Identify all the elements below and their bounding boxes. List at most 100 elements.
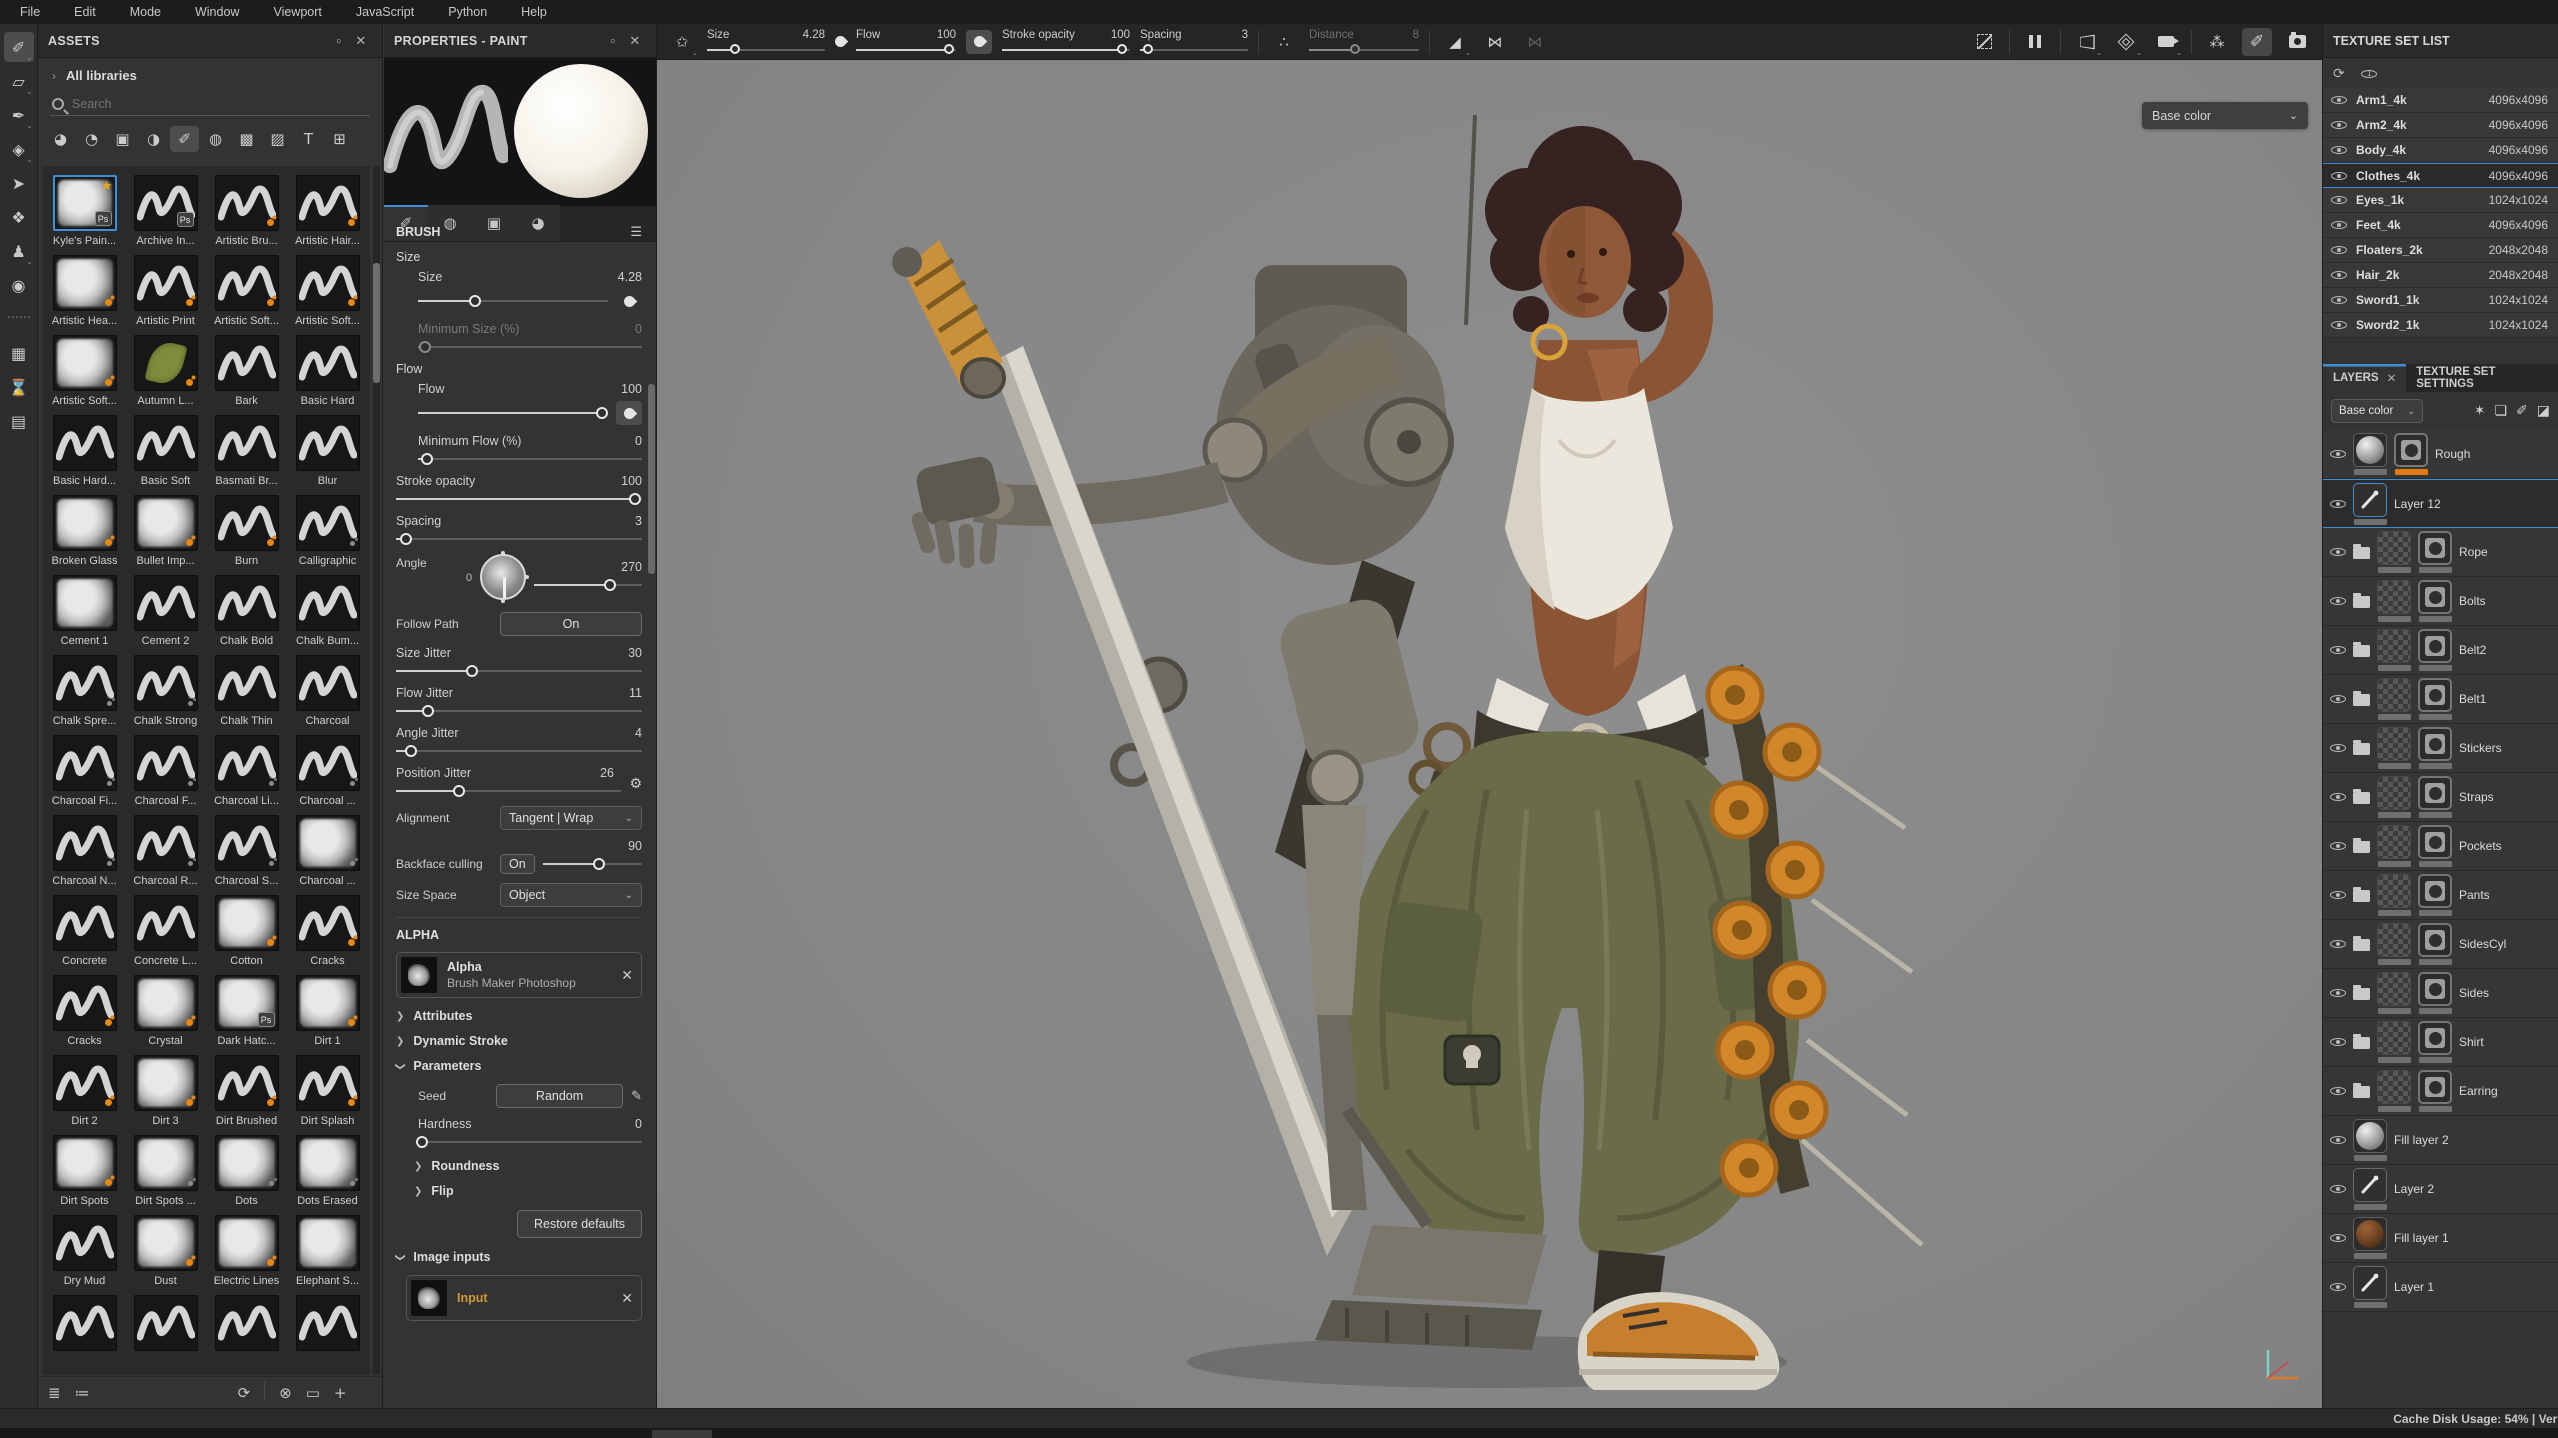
tool-button[interactable]: ♟ ⌄	[4, 236, 34, 266]
mask-thumbnail[interactable]	[2418, 1070, 2452, 1104]
assets-footer-icon[interactable]: ⊗	[279, 1384, 292, 1402]
float-window-icon[interactable]: ▫	[602, 33, 624, 48]
paint-thumbnail[interactable]	[2353, 1168, 2387, 1202]
layer-content-thumbnail[interactable]	[2377, 825, 2411, 859]
asset-item[interactable]: ★	[125, 1290, 206, 1358]
asset-item[interactable]: ★	[206, 1290, 287, 1358]
smart-material-icon[interactable]: ❏	[2494, 403, 2507, 419]
tool-button[interactable]: ▤ ⌄	[4, 406, 34, 436]
viewport-mode-icon[interactable]: ⌄	[2071, 28, 2101, 56]
asset-item[interactable]: ★ Dust	[125, 1210, 206, 1290]
visibility-eye-icon[interactable]	[2331, 93, 2347, 108]
layer-visibility-icon[interactable]	[2330, 1280, 2346, 1295]
pressure-flow-icon[interactable]	[616, 401, 642, 425]
toolbar-spacing-slider[interactable]	[1140, 44, 1248, 54]
asset-item[interactable]: ★	[287, 1290, 368, 1358]
alignment-dropdown[interactable]: Tangent | Wrap ⌄	[500, 806, 642, 830]
asset-item[interactable]: ★ Charcoal	[287, 650, 368, 730]
asset-item[interactable]: ★ Artistic Soft...	[287, 250, 368, 330]
layer-visibility-icon[interactable]	[2330, 888, 2346, 903]
symmetry-mirror-icon[interactable]: ⋈	[1520, 28, 1550, 56]
tool-button[interactable]: ⌛ ⌄	[4, 372, 34, 402]
asset-item[interactable]: ★ Artistic Hea...	[44, 250, 125, 330]
asset-item[interactable]: ★ Charcoal ...	[287, 730, 368, 810]
asset-item[interactable]: ★ Charcoal ...	[287, 810, 368, 890]
layer-row[interactable]: Bolts	[2323, 577, 2558, 626]
falloff-icon[interactable]: ◢⌄	[1440, 28, 1470, 56]
asset-item[interactable]: ★ Basmati Br...	[206, 410, 287, 490]
asset-item[interactable]: ★ Artistic Soft...	[44, 330, 125, 410]
group-folder-icon[interactable]	[2353, 596, 2370, 608]
asset-item[interactable]: ★ Electric Lines	[206, 1210, 287, 1290]
layer-content-thumbnail[interactable]	[2377, 874, 2411, 908]
asset-item[interactable]: ★ Charcoal F...	[125, 730, 206, 810]
layer-visibility-icon[interactable]	[2330, 545, 2346, 560]
asset-item[interactable]: ★ Basic Hard...	[44, 410, 125, 490]
asset-filter-button[interactable]: ◑	[139, 126, 168, 152]
float-window-icon[interactable]: ▫	[328, 33, 350, 48]
assets-footer-icon[interactable]: ▭	[306, 1384, 320, 1402]
assets-footer-icon[interactable]	[104, 1384, 224, 1402]
menu-item[interactable]: JavaScript	[356, 5, 414, 19]
asset-item[interactable]: ★ Crystal	[125, 970, 206, 1050]
mask-thumbnail[interactable]	[2418, 531, 2452, 565]
hardness-slider[interactable]	[418, 1136, 642, 1148]
angle-dial[interactable]	[480, 554, 526, 600]
visibility-eye-icon[interactable]	[2331, 318, 2347, 333]
menu-item[interactable]: Mode	[130, 5, 161, 19]
asset-item[interactable]: ★ Cracks	[287, 890, 368, 970]
texture-set-row[interactable]: Body_4k 4096x4096	[2323, 138, 2558, 163]
restore-defaults-button[interactable]: Restore defaults	[517, 1210, 642, 1238]
pressure-size-icon[interactable]	[616, 289, 642, 313]
layer-visibility-icon[interactable]	[2330, 839, 2346, 854]
layer-row[interactable]: Layer 1	[2323, 1263, 2558, 1312]
layer-row[interactable]: Straps	[2323, 773, 2558, 822]
pause-engine-icon[interactable]	[2020, 28, 2050, 56]
asset-filter-button[interactable]: ⊞	[325, 126, 354, 152]
layer-content-thumbnail[interactable]	[2377, 1021, 2411, 1055]
flip-fold[interactable]: ❯Flip	[414, 1184, 642, 1198]
edit-seed-icon[interactable]: ✎	[631, 1089, 642, 1104]
selection-disabled-icon[interactable]	[1969, 28, 1999, 56]
layer-visibility-icon[interactable]	[2330, 1035, 2346, 1050]
visibility-eye-icon[interactable]	[2331, 168, 2347, 183]
layer-row[interactable]: Stickers	[2323, 724, 2558, 773]
toolbar-distance-slider[interactable]	[1309, 44, 1419, 54]
menu-item[interactable]: Python	[448, 5, 487, 19]
visibility-eye-icon[interactable]	[2331, 118, 2347, 133]
camera-icon[interactable]: ⌄	[2151, 28, 2181, 56]
visibility-eye-icon[interactable]	[2331, 143, 2347, 158]
mask-thumbnail[interactable]	[2418, 727, 2452, 761]
close-icon[interactable]: ✕	[350, 33, 372, 49]
layer-content-thumbnail[interactable]	[2377, 580, 2411, 614]
menu-item[interactable]: Help	[521, 5, 547, 19]
asset-item[interactable]: ★ Burn	[206, 490, 287, 570]
asset-item[interactable]: ★ Blur	[287, 410, 368, 490]
group-folder-icon[interactable]	[2353, 547, 2370, 559]
texture-set-row[interactable]: Floaters_2k 2048x2048	[2323, 238, 2558, 263]
layer-visibility-icon[interactable]	[2330, 447, 2346, 462]
asset-item[interactable]: ★ Concrete	[44, 890, 125, 970]
layer-row[interactable]: Fill layer 2	[2323, 1116, 2558, 1165]
pressure-size-icon[interactable]	[833, 34, 849, 50]
asset-filter-button[interactable]: ▨	[263, 126, 292, 152]
toolbar-flow-slider[interactable]	[856, 44, 956, 54]
lazy-mouse-icon[interactable]: ✩⌄	[667, 28, 697, 56]
layer-content-thumbnail[interactable]	[2377, 678, 2411, 712]
toolbar-stroke-opacity-slider[interactable]	[1002, 44, 1130, 54]
menu-item[interactable]: File	[20, 5, 40, 19]
asset-item[interactable]: ★ Chalk Strong	[125, 650, 206, 730]
size-space-dropdown[interactable]: Object ⌄	[500, 883, 642, 907]
asset-item[interactable]: ★ Charcoal Fi...	[44, 730, 125, 810]
layer-content-thumbnail[interactable]	[2377, 629, 2411, 663]
tab-texture-set-settings[interactable]: TEXTURE SET SETTINGS	[2406, 364, 2558, 392]
f ill-thumbnail[interactable]	[2353, 433, 2387, 467]
texture-set-row[interactable]: Feet_4k 4096x4096	[2323, 213, 2558, 238]
group-folder-icon[interactable]	[2353, 1086, 2370, 1098]
paint-thumbnail[interactable]	[2353, 1266, 2387, 1300]
asset-filter-button[interactable]: ✐	[170, 126, 199, 152]
tool-button[interactable]: ◈ ⌄	[4, 134, 34, 164]
stroke-opacity-slider[interactable]	[396, 493, 642, 505]
asset-item[interactable]: ★ Charcoal R...	[125, 810, 206, 890]
assets-scrollbar[interactable]	[373, 166, 380, 1375]
